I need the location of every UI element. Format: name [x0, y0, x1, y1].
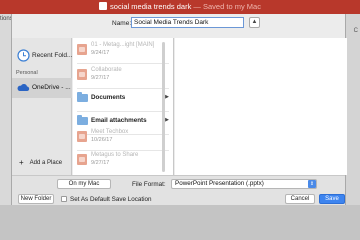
list-item[interactable]: Metagus to Share 9/27/17: [77, 150, 169, 172]
sidebar-section-personal: Personal: [16, 70, 38, 76]
add-place-label: Add a Place: [29, 160, 63, 166]
filename-input[interactable]: Social Media Trends Dark: [131, 17, 244, 28]
divider: [77, 63, 169, 64]
file-format-select[interactable]: PowerPoint Presentation (.pptx) ⇕: [171, 179, 317, 189]
add-place-button[interactable]: + Add a Place: [19, 158, 62, 167]
powerpoint-icon: [99, 2, 108, 10]
file-browser-column: 01 - Metag...ight [MAIN] 9/24/17 Collabo…: [73, 38, 174, 175]
list-item[interactable]: Collaborate 9/27/17: [77, 65, 169, 87]
file-name: Meet Techbox: [91, 129, 129, 135]
default-location-checkbox[interactable]: [61, 196, 67, 202]
clock-icon: [17, 49, 30, 62]
file-name: 01 - Metag...ight [MAIN]: [91, 42, 155, 48]
cancel-button[interactable]: Cancel: [285, 194, 315, 204]
plus-icon: +: [19, 158, 24, 167]
file-name: Metagus to Share: [91, 152, 139, 158]
locations-sidebar: Recent Fold... Personal OneDrive - ... +…: [12, 38, 72, 175]
folder-name: Email attachments: [91, 117, 147, 124]
file-date: 9/24/17: [91, 50, 110, 56]
file-date: 9/27/17: [91, 75, 110, 81]
new-folder-button[interactable]: New Folder: [18, 194, 54, 204]
chevron-right-icon: ▶: [165, 117, 169, 123]
folder-icon: [77, 92, 88, 102]
list-item[interactable]: 01 - Metag...ight [MAIN] 9/24/17: [77, 40, 169, 62]
save-dialog: Name: Social Media Trends Dark ▲ Recent …: [11, 14, 347, 205]
sidebar-item-onedrive[interactable]: OneDrive - ...: [12, 78, 72, 98]
file-browser-column-empty: [175, 38, 347, 175]
powerpoint-file-icon: [77, 69, 87, 80]
cloud-icon: [17, 84, 30, 91]
chevron-right-icon: ▶: [165, 94, 169, 100]
ribbon-right-label: C: [353, 28, 358, 34]
list-item[interactable]: Documents ▶: [77, 88, 169, 110]
sidebar-item-recent[interactable]: Recent Fold...: [12, 46, 72, 66]
file-format-value: PowerPoint Presentation (.pptx): [175, 180, 264, 187]
file-date: 9/27/17: [91, 160, 110, 166]
powerpoint-file-icon: [77, 154, 87, 165]
folder-icon: [77, 115, 88, 125]
name-label: Name:: [112, 20, 132, 27]
powerpoint-file-icon: [77, 131, 87, 142]
list-item[interactable]: Meet Techbox 10/26/17: [77, 127, 169, 149]
file-date: 10/26/17: [91, 137, 113, 143]
sidebar-item-label: Recent Fold...: [32, 52, 73, 59]
default-location-label: Set As Default Save Location: [70, 196, 152, 203]
collapse-dialog-button[interactable]: ▲: [249, 17, 260, 28]
scrollbar[interactable]: [162, 42, 165, 172]
powerpoint-file-icon: [77, 44, 87, 55]
folder-name: Documents: [91, 94, 126, 101]
on-my-mac-button[interactable]: On my Mac: [57, 179, 111, 189]
file-format-label: File Format:: [132, 181, 166, 188]
select-stepper-icon: ⇕: [308, 180, 316, 188]
save-button[interactable]: Save: [319, 194, 345, 204]
window-title: social media trends dark — Saved to my M…: [0, 0, 360, 14]
sidebar-item-label: OneDrive - ...: [32, 84, 71, 91]
save-status: — Saved to my Mac: [193, 2, 261, 11]
file-name: Collaborate: [91, 67, 122, 73]
document-title: social media trends dark: [110, 2, 192, 11]
dialog-footer: On my Mac File Format: PowerPoint Presen…: [12, 175, 345, 205]
